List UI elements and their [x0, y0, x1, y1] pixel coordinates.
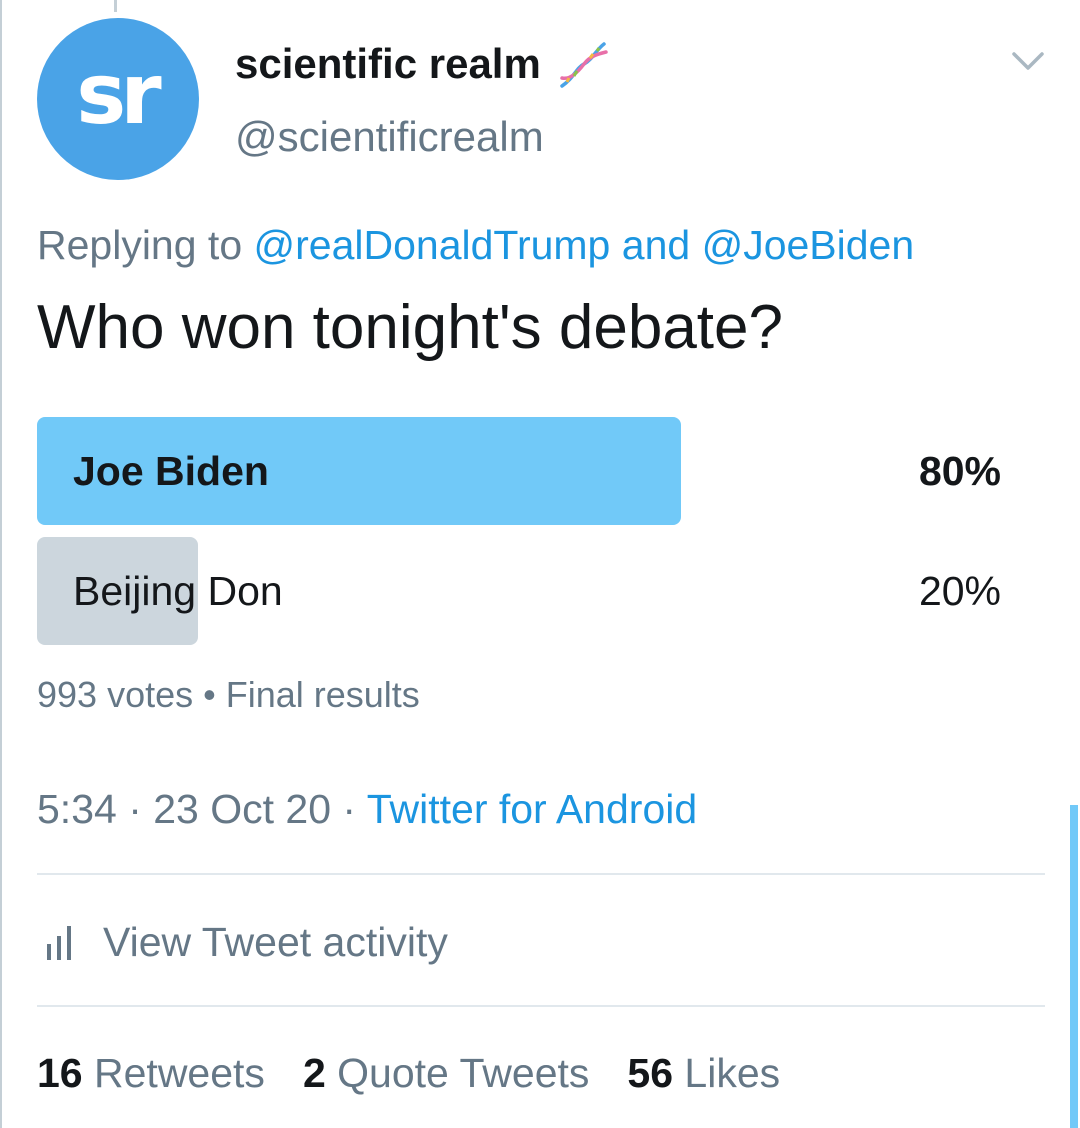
thread-connector: [114, 0, 117, 12]
replying-prefix: Replying to: [37, 222, 254, 268]
replying-conjunction[interactable]: and: [610, 222, 701, 268]
poll-status: Final results: [225, 674, 420, 715]
likes-label: Likes: [684, 1050, 781, 1096]
poll-meta: 993 votes • Final results: [37, 674, 420, 716]
retweets-label: Retweets: [94, 1050, 265, 1096]
view-tweet-activity-button[interactable]: View Tweet activity: [37, 912, 448, 972]
tweet-source-link[interactable]: Twitter for Android: [367, 786, 697, 832]
author-display-name[interactable]: scientific realm: [235, 40, 541, 88]
poll-vote-count: 993 votes: [37, 674, 194, 715]
quote-tweets-label: Quote Tweets: [337, 1050, 590, 1096]
retweets-count: 16: [37, 1050, 83, 1096]
divider: [37, 1005, 1045, 1007]
timestamp-separator: ·: [331, 786, 367, 832]
quote-tweets-count: 2: [302, 1050, 326, 1096]
chevron-down-icon[interactable]: [1008, 44, 1048, 80]
mention-link-trump[interactable]: @realDonaldTrump: [254, 222, 611, 268]
tweet-timestamp-row: 5:34 · 23 Oct 20 · Twitter for Android: [37, 786, 697, 833]
poll-option-label: Joe Biden: [73, 448, 269, 494]
dna-icon: [560, 42, 608, 88]
scrollbar[interactable]: [1070, 805, 1078, 1128]
poll-meta-separator: •: [193, 674, 226, 715]
avatar[interactable]: sr: [37, 18, 199, 180]
divider: [37, 873, 1045, 875]
avatar-logo-text: sr: [76, 45, 161, 143]
likes-count: 56: [627, 1050, 673, 1096]
author-handle[interactable]: @scientificrealm: [235, 113, 544, 161]
timestamp-separator: ·: [116, 786, 154, 832]
poll-option-percent: 80%: [918, 448, 1001, 494]
retweets-stat[interactable]: 16 Retweets: [37, 1050, 265, 1097]
poll-option-label: Beijing Don: [73, 568, 283, 614]
view-tweet-activity-label: View Tweet activity: [103, 918, 448, 965]
tweet-stats: 16 Retweets 2 Quote Tweets 56 Likes: [37, 1050, 818, 1097]
replying-to-line: Replying to @realDonaldTrump and @JoeBid…: [37, 222, 914, 269]
likes-stat[interactable]: 56 Likes: [627, 1050, 780, 1097]
thread-left-border: [0, 0, 2, 1128]
quote-tweets-stat[interactable]: 2 Quote Tweets: [303, 1050, 589, 1097]
tweet-text: Who won tonight's debate?: [37, 293, 783, 362]
tweet-time: 5:34: [37, 786, 117, 832]
poll-option: Beijing Don 20%: [37, 537, 1005, 645]
tweet-date: 23 Oct 20: [153, 786, 332, 832]
poll-option: Joe Biden 80%: [37, 417, 1005, 525]
mention-link-biden[interactable]: @JoeBiden: [702, 222, 915, 268]
bar-chart-icon: [47, 926, 71, 960]
poll-option-percent: 20%: [918, 568, 1001, 614]
